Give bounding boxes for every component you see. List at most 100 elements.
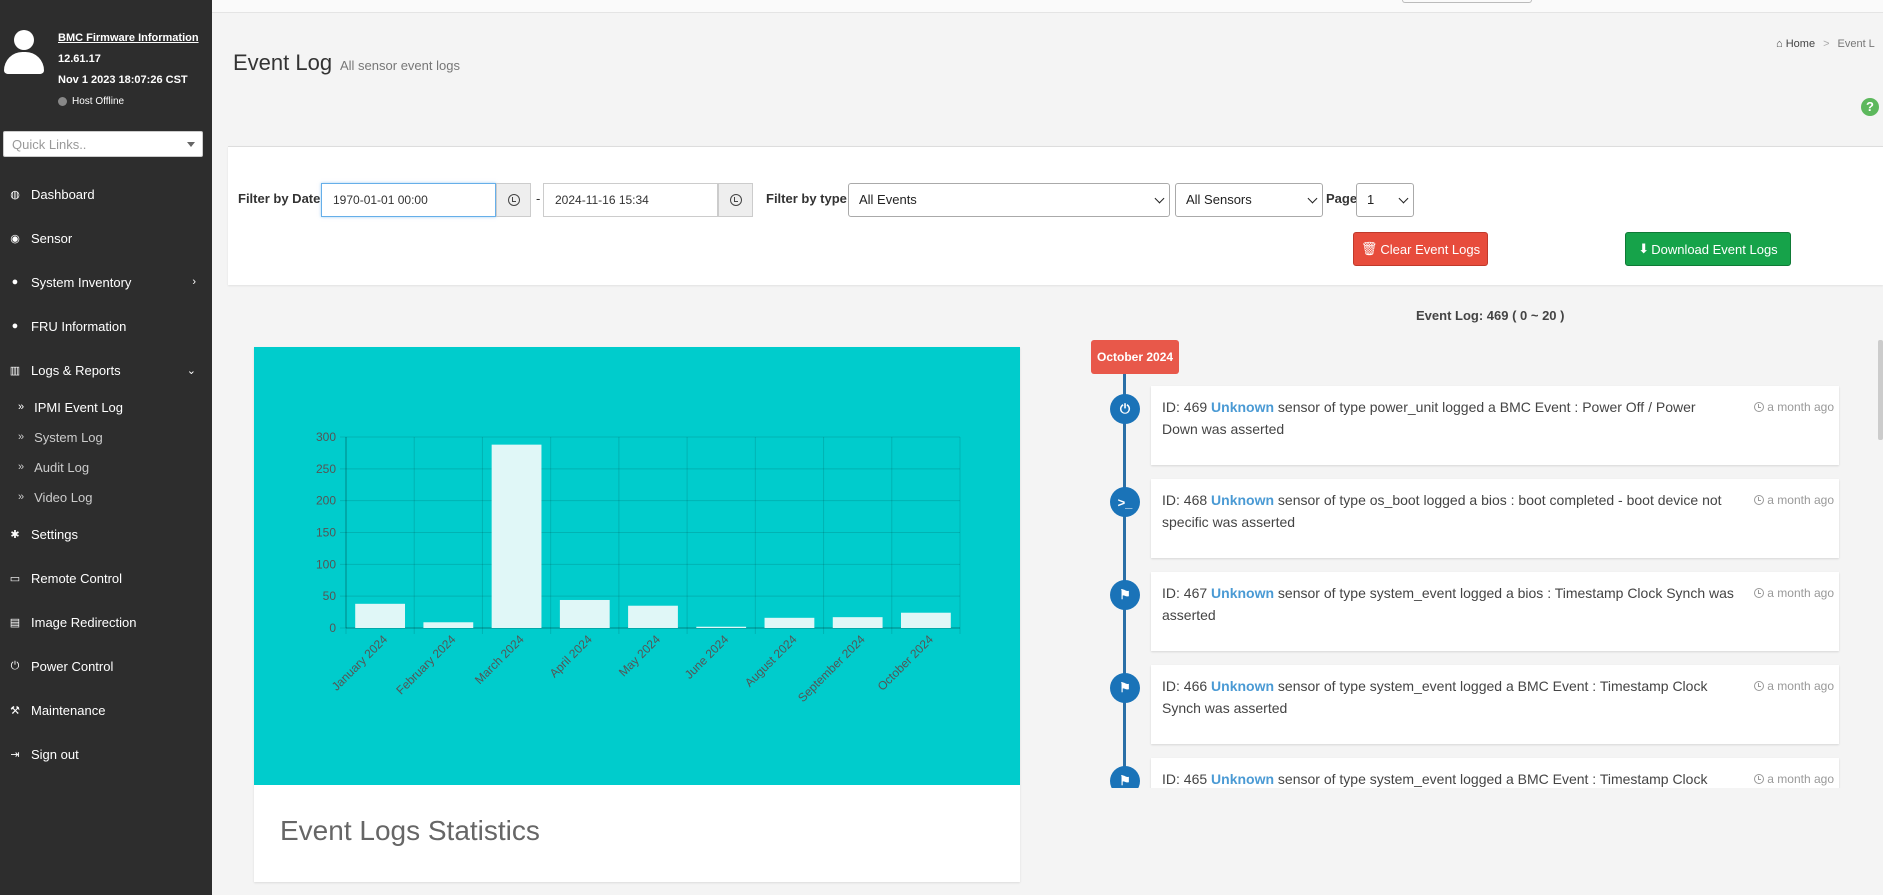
home-icon: ⌂: [1776, 38, 1783, 50]
nav-label: Logs & Reports: [31, 362, 121, 378]
event-sensor-link[interactable]: Unknown: [1211, 399, 1274, 415]
clock-icon: [1754, 588, 1765, 598]
page-select[interactable]: 1: [1356, 183, 1414, 217]
nav-audit-log[interactable]: » Audit Log: [0, 452, 212, 482]
chevron-down-icon: [1154, 193, 1165, 204]
y-tick-label: 0: [329, 621, 336, 635]
clear-event-logs-button[interactable]: 🗑 Clear Event Logs: [1353, 232, 1488, 266]
event-id: ID: 467: [1162, 585, 1208, 601]
sensor-icon: ◉: [10, 232, 20, 245]
event-id: ID: 465: [1162, 771, 1208, 787]
nav-label: IPMI Event Log: [34, 399, 124, 415]
date-from-picker-button[interactable]: [496, 183, 531, 217]
nav-dashboard[interactable]: ◍ Dashboard: [0, 172, 212, 216]
sensor-select[interactable]: All Sensors: [1175, 183, 1323, 217]
event-count: Event Log: 469 ( 0 ~ 20 ): [1416, 308, 1565, 323]
event-time-text: a month ago: [1767, 772, 1834, 786]
nav-label: Video Log: [34, 489, 93, 505]
page-label: Page: [1326, 191, 1358, 206]
date-to-input[interactable]: 2024-11-16 15:34: [543, 183, 718, 217]
event-sensor-link[interactable]: Unknown: [1211, 492, 1274, 508]
nav-label: FRU Information: [31, 318, 127, 334]
status-dot-icon: [58, 97, 67, 106]
event-time: a month ago: [1754, 675, 1834, 697]
event-sensor-link[interactable]: Unknown: [1211, 678, 1274, 694]
breadcrumb-home[interactable]: ⌂ Home: [1776, 38, 1815, 50]
caret-down-icon: [187, 142, 195, 147]
nav-label: Power Control: [31, 658, 114, 674]
y-tick-label: 150: [316, 526, 336, 540]
event-sensor-link[interactable]: Unknown: [1211, 771, 1274, 787]
clock-icon: [507, 194, 520, 206]
x-tick-label: August 2024: [742, 632, 800, 690]
double-chevron-icon: »: [18, 401, 25, 413]
event-type-value: All Events: [859, 192, 917, 207]
breadcrumb-current: Event L: [1837, 38, 1875, 50]
chart-bar: [696, 626, 747, 628]
monitor-icon: ▭: [9, 572, 21, 585]
nav-image-redirection[interactable]: ▤ Image Redirection: [0, 600, 212, 644]
event-card: ID: 469 Unknown sensor of type power_uni…: [1151, 386, 1839, 465]
sidebar-nav: ◍ Dashboard ◉ Sensor ● System Inventory …: [0, 172, 212, 776]
filter-date-label: Filter by Date: [238, 191, 321, 206]
nav-ipmi-event-log[interactable]: » IPMI Event Log: [0, 392, 212, 422]
nav-system-inventory[interactable]: ● System Inventory ›: [0, 260, 212, 304]
page-subtitle: All sensor event logs: [340, 58, 460, 73]
user-panel: BMC Firmware Information 12.61.17 Nov 1 …: [0, 0, 212, 120]
nav-maintenance[interactable]: ⚒ Maintenance: [0, 688, 212, 732]
chart-card: 0 50 100 150 200 250 300 January 2024 February 2…: [254, 347, 1020, 882]
double-chevron-icon: »: [18, 491, 25, 503]
nav-fru-information[interactable]: ● FRU Information: [0, 304, 212, 348]
nav-sign-out[interactable]: ⇥ Sign out: [0, 732, 212, 776]
firmware-version: 12.61.17: [58, 53, 101, 65]
filter-panel: Filter by Date 1970-01-01 00:00 - 2024-1…: [228, 146, 1883, 285]
event-card: ID: 468 Unknown sensor of type os_boot l…: [1151, 479, 1839, 558]
sensor-select-value: All Sensors: [1186, 192, 1252, 207]
nav-label: Maintenance: [31, 702, 106, 718]
chart-area: 0 50 100 150 200 250 300 January 2024 February 2…: [254, 347, 1020, 785]
x-tick-label: April 2024: [547, 632, 595, 680]
nav-system-log[interactable]: » System Log: [0, 422, 212, 452]
chevron-right-icon: ›: [192, 276, 196, 288]
event-card: ID: 466 Unknown sensor of type system_ev…: [1151, 665, 1839, 744]
clock-icon: [729, 194, 742, 206]
top-bar-control[interactable]: [1402, 0, 1532, 3]
event-time-text: a month ago: [1767, 586, 1834, 600]
help-icon[interactable]: ?: [1861, 98, 1879, 116]
x-tick-label: January 2024: [329, 632, 391, 694]
chevron-down-icon: [1307, 193, 1318, 204]
nav-power-control[interactable]: ⏻ Power Control: [0, 644, 212, 688]
firmware-info-link[interactable]: BMC Firmware Information: [58, 28, 199, 49]
download-button-label: Download Event Logs: [1651, 241, 1778, 257]
bar-chart: 0 50 100 150 200 250 300 January 2024 February 2…: [316, 430, 961, 705]
nav-label: Dashboard: [31, 186, 95, 202]
nav-logs-reports[interactable]: ▥ Logs & Reports ⌄: [0, 348, 212, 392]
event-time: a month ago: [1754, 768, 1834, 788]
nav-label: System Log: [34, 429, 103, 445]
event-sensor-link[interactable]: Unknown: [1211, 585, 1274, 601]
clear-button-label: Clear Event Logs: [1380, 241, 1481, 257]
nav-remote-control[interactable]: ▭ Remote Control: [0, 556, 212, 600]
event-type-select[interactable]: All Events: [848, 183, 1170, 217]
download-event-logs-button[interactable]: ⬇ Download Event Logs: [1625, 232, 1791, 266]
nav-label: Remote Control: [31, 570, 123, 586]
date-to-picker-button[interactable]: [718, 183, 753, 217]
quick-links-placeholder: Quick Links..: [12, 137, 87, 152]
x-tick-label: October 2024: [875, 632, 937, 694]
timeline-scrollbar[interactable]: [1878, 340, 1883, 440]
quick-links-select[interactable]: Quick Links..: [3, 131, 203, 157]
clock-icon: [1754, 681, 1765, 691]
nav-video-log[interactable]: » Video Log: [0, 482, 212, 512]
firmware-date: Nov 1 2023 18:07:26 CST: [58, 74, 188, 86]
event-card: ID: 465 Unknown sensor of type system_ev…: [1151, 758, 1839, 788]
nav-sensor[interactable]: ◉ Sensor: [0, 216, 212, 260]
y-tick-label: 250: [316, 462, 336, 476]
event-time: a month ago: [1754, 396, 1834, 418]
x-tick-label: May 2024: [616, 632, 663, 679]
event-time-text: a month ago: [1767, 400, 1834, 414]
date-from-input[interactable]: 1970-01-01 00:00: [321, 183, 496, 217]
x-tick-label: September 2024: [795, 632, 868, 705]
y-tick-label: 50: [323, 589, 337, 603]
x-tick-label: February 2024: [393, 632, 458, 697]
nav-settings[interactable]: ✱ Settings: [0, 512, 212, 556]
